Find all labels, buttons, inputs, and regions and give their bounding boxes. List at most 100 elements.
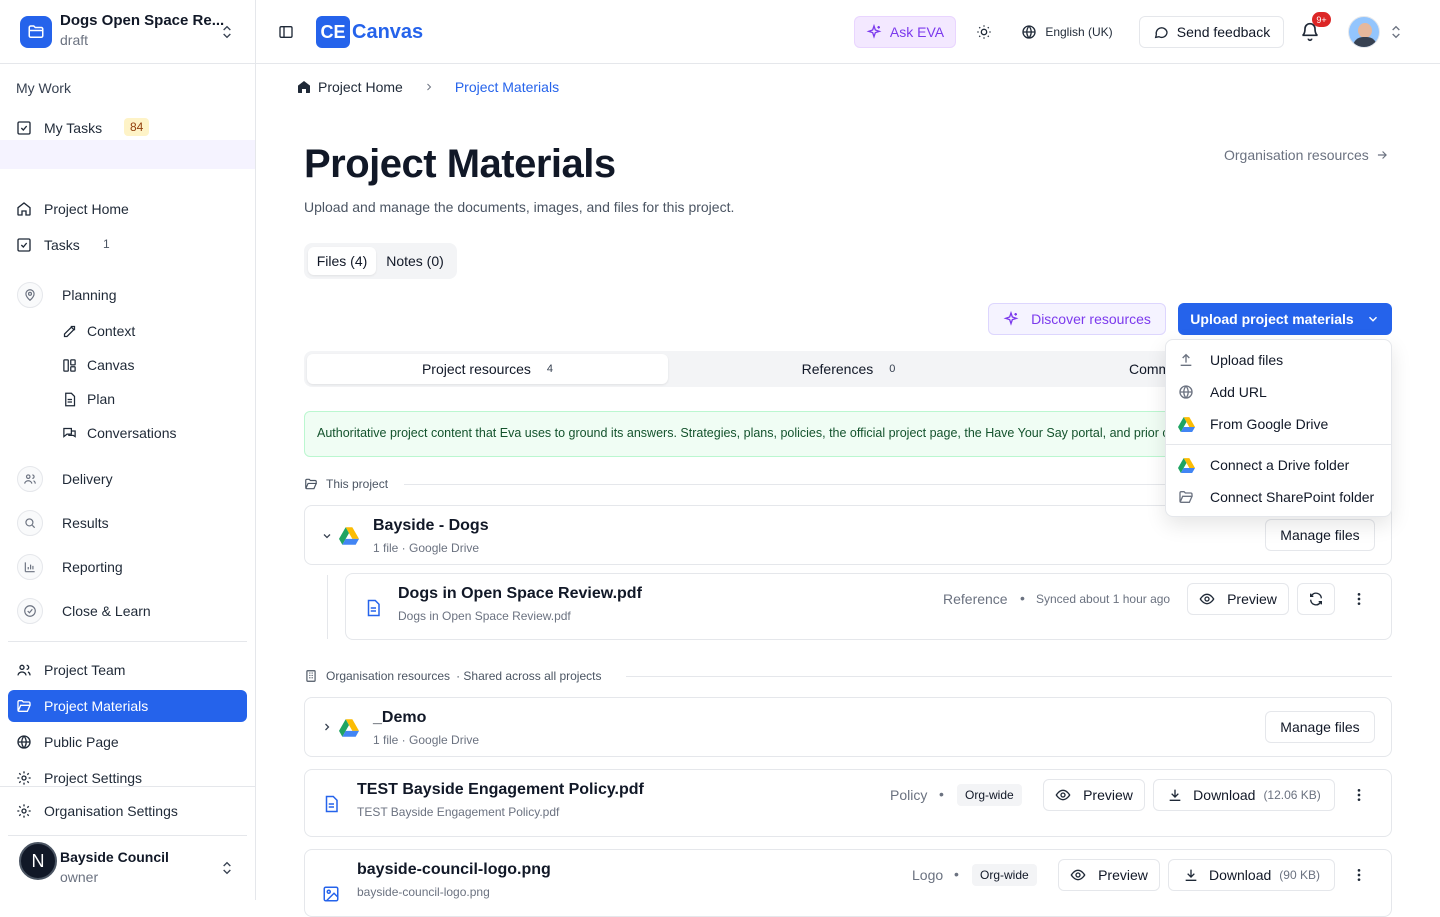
task-count-badge: 1 <box>103 237 110 251</box>
separator-dot: • <box>1020 590 1025 606</box>
menu-item-upload-files[interactable]: Upload files <box>1166 344 1391 376</box>
chevron-right-icon <box>423 81 435 93</box>
manage-files-button[interactable]: Manage files <box>1265 711 1375 743</box>
more-vertical-icon[interactable] <box>1351 867 1367 883</box>
file-title[interactable]: TEST Bayside Engagement Policy.pdf <box>357 781 644 799</box>
chevron-down-icon[interactable] <box>321 530 333 542</box>
globe-icon <box>1021 24 1037 40</box>
sidebar-item-label: Context <box>87 323 136 339</box>
chevrons-up-down-icon[interactable] <box>1388 24 1404 40</box>
sidebar-item-project-home[interactable]: Project Home <box>8 193 247 225</box>
folder-open-icon <box>304 477 318 491</box>
tab-notes[interactable]: Notes (0) <box>380 247 450 275</box>
org-resources-link-label: Organisation resources <box>1224 147 1369 163</box>
menu-divider <box>1166 444 1391 445</box>
file-title[interactable]: bayside-council-logo.png <box>357 861 551 879</box>
google-drive-icon <box>339 719 359 737</box>
arrow-right-icon <box>1375 148 1389 162</box>
language-label: English (UK) <box>1045 25 1113 39</box>
breadcrumb-home[interactable]: Project Home <box>318 79 403 95</box>
org-switcher[interactable]: N Bayside Council owner <box>8 840 247 888</box>
folder-icon <box>20 16 52 48</box>
preview-button[interactable]: Preview <box>1043 779 1145 811</box>
more-vertical-icon[interactable] <box>1351 787 1367 803</box>
search-icon <box>17 510 43 536</box>
sidebar-item-plan[interactable]: Plan <box>62 391 115 407</box>
file-row: Dogs in Open Space Review.pdf Dogs in Op… <box>345 573 1392 640</box>
manage-files-button[interactable]: Manage files <box>1265 519 1375 551</box>
project-selector[interactable]: Dogs Open Space Re... draft <box>0 0 255 64</box>
page-title: Project Materials <box>304 142 616 186</box>
check-circle-icon <box>17 598 43 624</box>
download-button[interactable]: Download (12.06 KB) <box>1153 779 1335 811</box>
sidebar-item-reporting[interactable]: Reporting <box>62 559 123 575</box>
sidebar-item-conversations[interactable]: Conversations <box>62 425 177 441</box>
check-square-icon <box>16 120 32 136</box>
upload-materials-button[interactable]: Upload project materials <box>1178 303 1392 335</box>
app-logo[interactable]: CE Canvas <box>316 16 423 48</box>
preview-button[interactable]: Preview <box>1058 859 1160 891</box>
sidebar-item-context[interactable]: Context <box>62 323 135 339</box>
upload-dropdown-menu: Upload files Add URL From Google Drive C… <box>1165 339 1392 517</box>
menu-item-google-drive[interactable]: From Google Drive <box>1166 408 1391 440</box>
download-button[interactable]: Download (90 KB) <box>1168 859 1335 891</box>
tab-project-resources[interactable]: Project resources 4 <box>307 354 668 384</box>
sun-icon[interactable] <box>976 24 992 40</box>
menu-item-add-url[interactable]: Add URL <box>1166 376 1391 408</box>
sync-button[interactable] <box>1297 583 1335 615</box>
preview-label: Preview <box>1083 787 1133 803</box>
sidebar-item-project-settings[interactable]: Project Settings <box>8 762 247 786</box>
breadcrumb-current: Project Materials <box>454 79 560 95</box>
org-resources-link[interactable]: Organisation resources <box>1224 147 1389 163</box>
folder-meta: 1 file · Google Drive <box>373 541 480 555</box>
folder-name: _Demo <box>373 709 427 726</box>
sidebar-item-planning[interactable]: Planning <box>62 287 117 303</box>
sidebar-item-delivery[interactable]: Delivery <box>62 471 113 487</box>
breadcrumb: Project Home Project Materials <box>296 77 559 97</box>
project-status: draft <box>60 32 89 48</box>
building-icon <box>304 669 318 683</box>
ask-eva-button[interactable]: Ask EVA <box>854 16 956 48</box>
logo-text: Canvas <box>352 20 424 43</box>
menu-item-connect-sharepoint[interactable]: Connect SharePoint folder <box>1166 481 1391 513</box>
discover-resources-button[interactable]: Discover resources <box>988 303 1166 335</box>
my-work-label: My Work <box>16 80 71 96</box>
sidebar-item-canvas[interactable]: Canvas <box>62 357 134 373</box>
org-name: Bayside Council <box>60 849 169 865</box>
group-divider <box>626 676 1392 677</box>
edit-icon <box>62 324 77 339</box>
preview-label: Preview <box>1098 867 1148 883</box>
menu-item-connect-drive-folder[interactable]: Connect a Drive folder <box>1166 449 1391 481</box>
sidebar-item-label: Plan <box>87 391 116 407</box>
eye-icon <box>1199 591 1215 607</box>
file-text-icon <box>322 795 340 813</box>
sidebar-item-label: Conversations <box>87 425 177 441</box>
separator-dot: • <box>939 786 944 802</box>
sidebar-divider <box>8 641 247 642</box>
chevron-right-icon[interactable] <box>321 721 333 733</box>
sidebar-toggle-icon[interactable] <box>278 24 294 40</box>
sidebar-item-public-page[interactable]: Public Page <box>8 726 247 758</box>
download-label: Download <box>1193 787 1256 803</box>
sidebar-item-project-team[interactable]: Project Team <box>8 654 247 686</box>
tab-files[interactable]: Files (4) <box>308 247 376 275</box>
tab-references[interactable]: References 0 <box>668 354 1029 384</box>
sidebar-item-org-settings[interactable]: Organisation Settings <box>8 795 247 827</box>
language-selector[interactable]: English (UK) <box>1014 16 1120 48</box>
folder-open-icon <box>1178 489 1194 505</box>
send-feedback-button[interactable]: Send feedback <box>1139 16 1284 48</box>
file-size: (12.06 KB) <box>1263 788 1321 802</box>
sidebar: Dogs Open Space Re... draft My Work My T… <box>0 0 256 900</box>
file-title[interactable]: Dogs in Open Space Review.pdf <box>398 585 642 603</box>
separator-dot: • <box>954 866 959 882</box>
sidebar-item-close-learn[interactable]: Close & Learn <box>62 603 151 619</box>
sidebar-item-results[interactable]: Results <box>62 515 109 531</box>
user-avatar[interactable] <box>1348 16 1380 48</box>
sync-status: Synced about 1 hour ago <box>1036 592 1171 606</box>
more-vertical-icon[interactable] <box>1351 591 1367 607</box>
sidebar-item-tasks[interactable]: Tasks 1 <box>8 229 247 261</box>
sidebar-item-project-materials[interactable]: Project Materials <box>8 690 247 722</box>
preview-button[interactable]: Preview <box>1187 583 1289 615</box>
menu-item-label: Connect SharePoint folder <box>1210 489 1375 505</box>
org-avatar: N <box>19 842 57 880</box>
